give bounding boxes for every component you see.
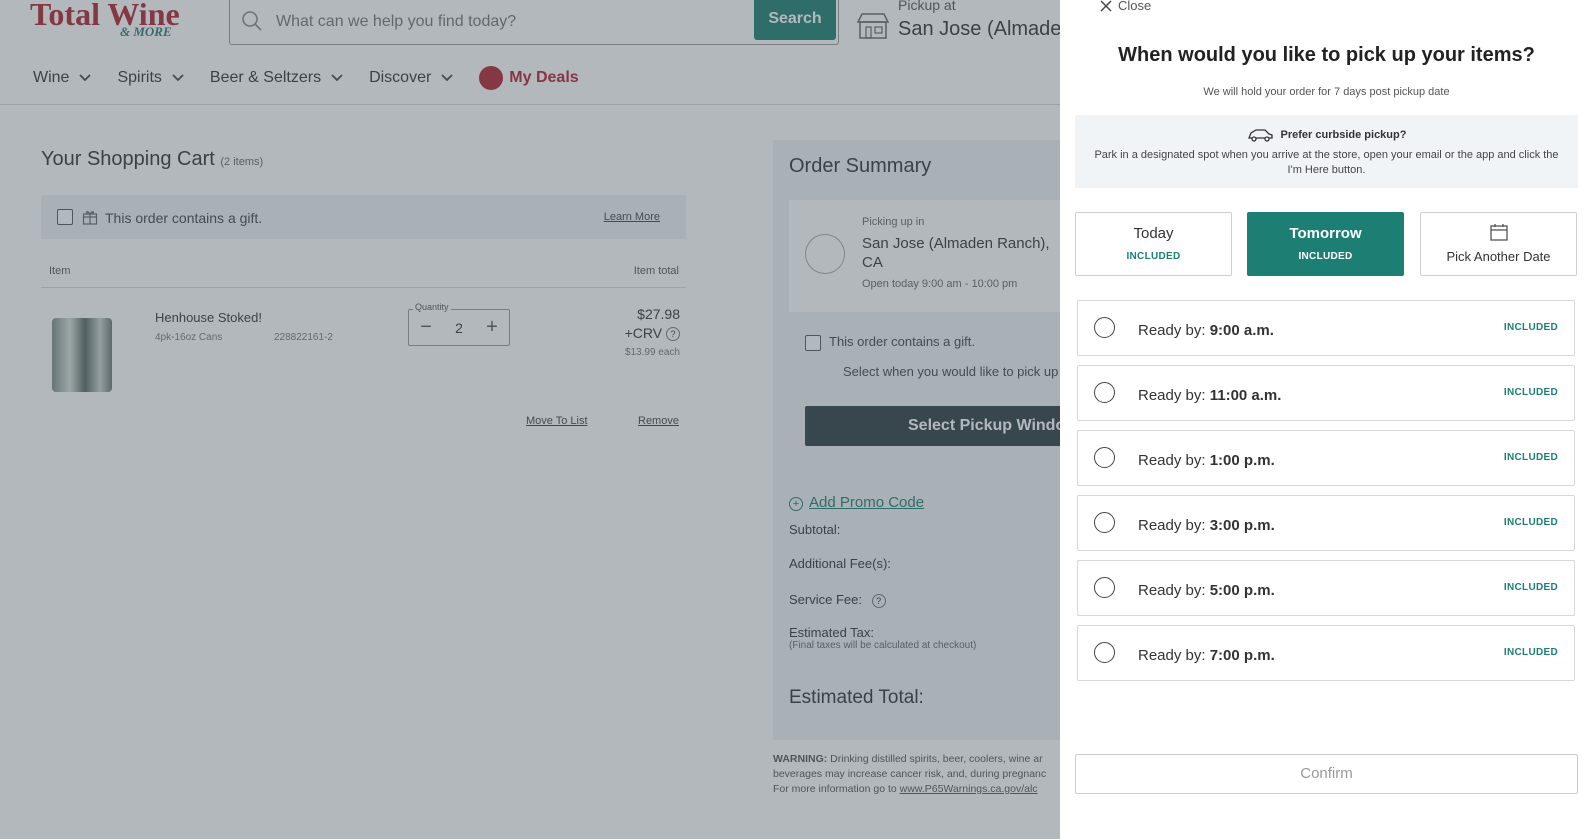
slot-fee: INCLUDED [1503, 322, 1558, 333]
slot-time: 9:00 a.m. [1209, 322, 1274, 339]
slot-time: 1:00 p.m. [1209, 452, 1275, 469]
slot-time: 11:00 a.m. [1209, 387, 1282, 404]
time-slot-radio[interactable] [1094, 317, 1115, 338]
confirm-button[interactable]: Confirm [1075, 754, 1578, 794]
time-slot[interactable]: Ready by: 11:00 a.m. INCLUDED [1077, 365, 1575, 421]
tab-label: Today [1133, 225, 1174, 242]
tab-tomorrow[interactable]: Tomorrow INCLUDED [1247, 212, 1404, 276]
pickup-time-drawer: Close When would you like to pick up you… [1060, 0, 1593, 839]
car-icon [1247, 129, 1273, 142]
ready-prefix: Ready by: [1138, 517, 1206, 534]
close-button[interactable]: Close [1100, 0, 1151, 13]
drawer-subtitle: We will hold your order for 7 days post … [1203, 86, 1450, 98]
tab-pick-another-date[interactable]: Pick Another Date [1420, 212, 1577, 276]
tab-label: Pick Another Date [1446, 249, 1551, 264]
time-slot[interactable]: Ready by: 5:00 p.m. INCLUDED [1077, 560, 1575, 616]
slot-fee: INCLUDED [1503, 452, 1558, 463]
time-slot[interactable]: Ready by: 9:00 a.m. INCLUDED [1077, 300, 1575, 356]
slot-fee: INCLUDED [1503, 647, 1558, 658]
time-slot-label: Ready by: 11:00 a.m. [1138, 387, 1281, 404]
calendar-icon [1489, 224, 1508, 241]
time-slot-label: Ready by: 9:00 a.m. [1138, 322, 1274, 339]
curbside-title: Prefer curbside pickup? [1280, 129, 1407, 141]
time-slot-label: Ready by: 1:00 p.m. [1138, 452, 1275, 469]
slot-time: 7:00 p.m. [1209, 647, 1275, 664]
close-label: Close [1118, 0, 1152, 13]
slot-fee: INCLUDED [1503, 582, 1558, 593]
time-slot-label: Ready by: 7:00 p.m. [1138, 647, 1275, 664]
ready-prefix: Ready by: [1138, 647, 1206, 664]
time-slot-radio[interactable] [1094, 642, 1115, 663]
time-slot-label: Ready by: 5:00 p.m. [1138, 582, 1275, 599]
tab-fee: INCLUDED [1126, 251, 1181, 262]
curbside-description: Park in a designated spot when you arriv… [1094, 149, 1559, 176]
curbside-info: Prefer curbside pickup? Park in a design… [1075, 115, 1578, 188]
slot-fee: INCLUDED [1503, 387, 1558, 398]
tab-label: Tomorrow [1289, 225, 1362, 242]
ready-prefix: Ready by: [1138, 582, 1206, 599]
time-slot-label: Ready by: 3:00 p.m. [1138, 517, 1275, 534]
time-slot[interactable]: Ready by: 3:00 p.m. INCLUDED [1077, 495, 1575, 551]
tab-fee: INCLUDED [1298, 251, 1353, 262]
ready-prefix: Ready by: [1138, 452, 1206, 469]
close-icon [1100, 0, 1112, 11]
time-slot-radio[interactable] [1094, 382, 1115, 403]
curbside-title-row: Prefer curbside pickup? [1075, 128, 1578, 142]
slot-time: 3:00 p.m. [1209, 517, 1275, 534]
slot-fee: INCLUDED [1503, 517, 1558, 528]
time-slot-radio[interactable] [1094, 512, 1115, 533]
drawer-title: When would you like to pick up your item… [1118, 44, 1535, 66]
tab-today[interactable]: Today INCLUDED [1075, 212, 1232, 276]
time-slot-radio[interactable] [1094, 577, 1115, 598]
ready-prefix: Ready by: [1138, 387, 1206, 404]
slot-time: 5:00 p.m. [1209, 582, 1275, 599]
time-slot[interactable]: Ready by: 7:00 p.m. INCLUDED [1077, 625, 1575, 681]
ready-prefix: Ready by: [1138, 322, 1206, 339]
time-slot[interactable]: Ready by: 1:00 p.m. INCLUDED [1077, 430, 1575, 486]
time-slot-radio[interactable] [1094, 447, 1115, 468]
modal-overlay[interactable] [0, 0, 1060, 839]
